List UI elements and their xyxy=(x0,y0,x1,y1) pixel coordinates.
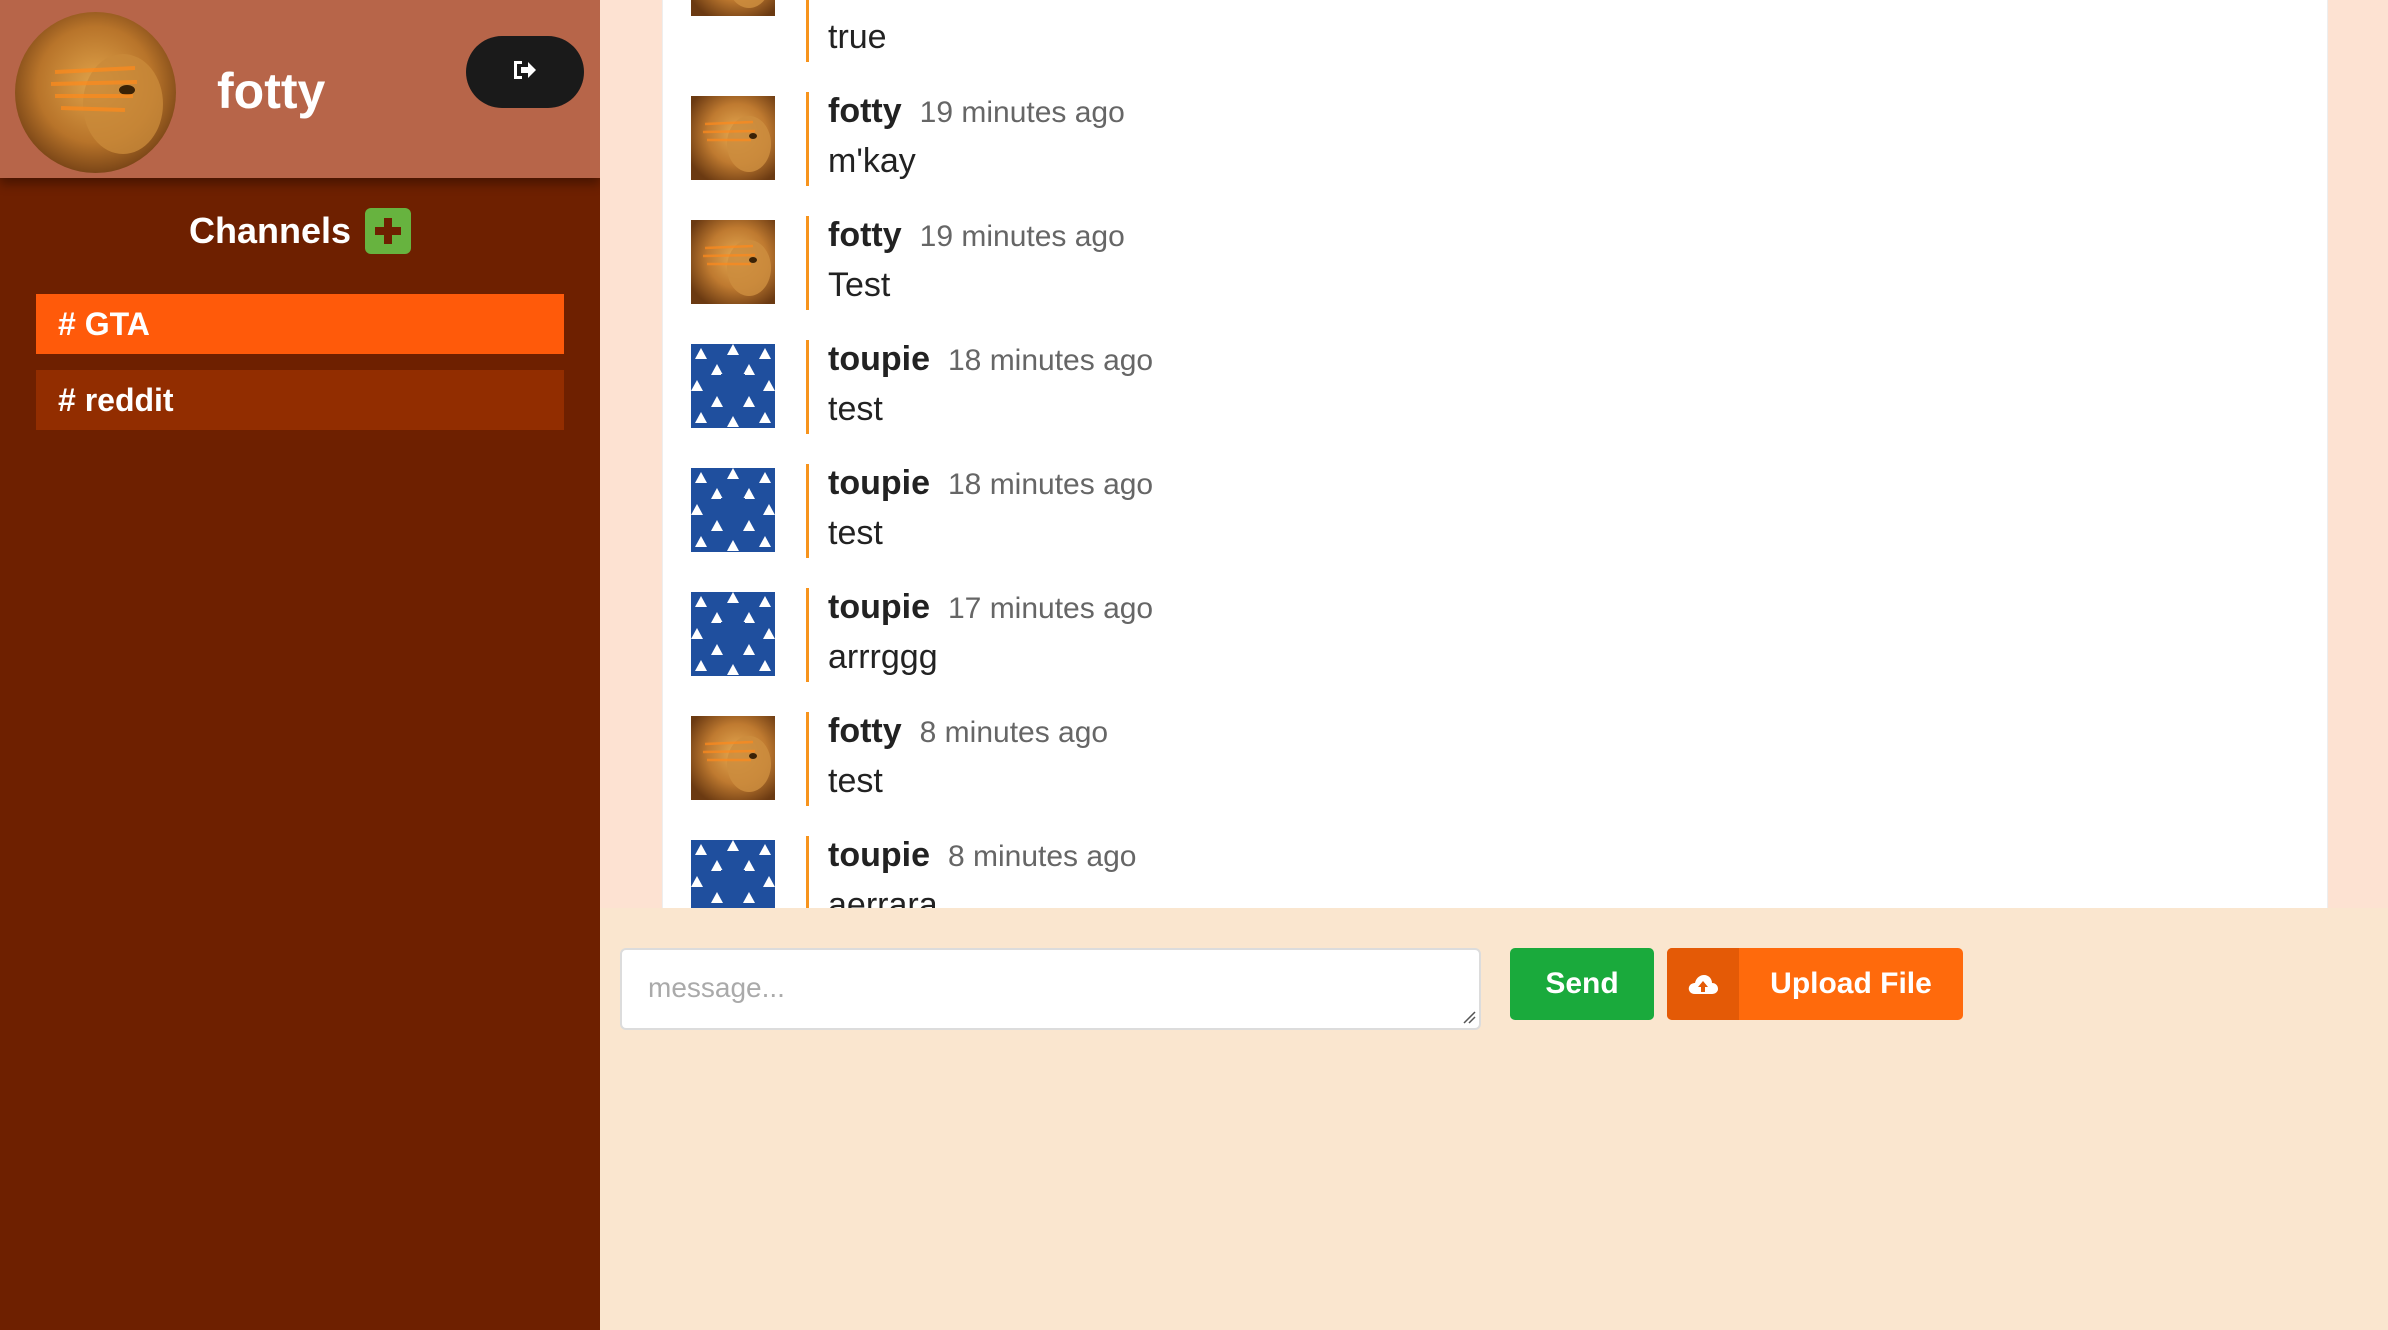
message-time: 8 minutes ago xyxy=(919,716,1109,749)
message-text: arrrggg xyxy=(828,638,938,676)
author-name: toupie xyxy=(828,588,930,626)
message-author: toupie 17 minutes ago xyxy=(828,588,1153,627)
channel-reddit[interactable]: # reddit xyxy=(36,370,564,430)
pattern-avatar xyxy=(691,468,775,552)
pattern-avatar xyxy=(691,840,775,908)
message-item: fotty 8 minutes ago test xyxy=(691,712,1891,816)
lion-avatar xyxy=(691,716,775,800)
message-time: 17 minutes ago xyxy=(947,592,1154,625)
upload-file-label: Upload File xyxy=(1770,967,1932,1000)
send-button[interactable]: Send xyxy=(1510,948,1654,1020)
pattern-avatar xyxy=(691,592,775,676)
message-time: 19 minutes ago xyxy=(919,220,1125,253)
message-input[interactable] xyxy=(620,948,1481,1030)
message-time: 19 minutes ago xyxy=(919,96,1125,129)
message-divider xyxy=(806,340,809,434)
logout-icon xyxy=(512,59,538,86)
author-name: fotty xyxy=(828,92,902,130)
username: fotty xyxy=(217,63,326,119)
user-avatar xyxy=(15,12,176,173)
lion-avatar xyxy=(691,0,775,16)
lion-avatar xyxy=(691,220,775,304)
message-author: toupie 18 minutes ago xyxy=(828,340,1153,379)
message-list[interactable]: true fotty 19 minutes ago m'kay fotty 19 minu… xyxy=(662,0,2328,908)
message-author: fotty 8 minutes ago xyxy=(828,712,1108,751)
composer: Send Upload File xyxy=(600,908,2388,1330)
message-item: toupie 8 minutes ago aerrara xyxy=(691,836,1891,908)
message-item: true xyxy=(691,0,1891,72)
message-text: test xyxy=(828,514,883,552)
author-name: toupie xyxy=(828,836,930,874)
add-channel-button[interactable] xyxy=(365,208,412,254)
message-text: Test xyxy=(828,266,891,304)
message-item: toupie 18 minutes ago test xyxy=(691,340,1891,444)
sidebar: fotty Channels # GTA # reddit xyxy=(0,0,600,1330)
author-name: toupie xyxy=(828,340,930,378)
channel-gta[interactable]: # GTA xyxy=(36,294,564,354)
pattern-avatar xyxy=(691,344,775,428)
author-name: fotty xyxy=(828,712,902,750)
message-divider xyxy=(806,216,809,310)
message-item: toupie 18 minutes ago test xyxy=(691,464,1891,568)
message-time: 18 minutes ago xyxy=(947,468,1154,501)
message-divider xyxy=(806,0,809,62)
message-time: 8 minutes ago xyxy=(947,840,1137,873)
message-divider xyxy=(806,588,809,682)
message-text: aerrara xyxy=(828,886,938,908)
profile-header: fotty xyxy=(0,0,600,178)
message-divider xyxy=(806,92,809,186)
message-time: 18 minutes ago xyxy=(947,344,1154,377)
channels-header: Channels xyxy=(0,208,600,254)
message-item: fotty 19 minutes ago m'kay xyxy=(691,92,1891,196)
author-name: toupie xyxy=(828,464,930,502)
message-author: toupie 8 minutes ago xyxy=(828,836,1136,875)
logout-button[interactable] xyxy=(466,36,584,108)
resize-grip-icon[interactable] xyxy=(1462,1010,1476,1024)
message-divider xyxy=(806,464,809,558)
message-text: true xyxy=(828,18,887,56)
message-text: test xyxy=(828,762,883,800)
message-item: fotty 19 minutes ago Test xyxy=(691,216,1891,320)
message-author: fotty 19 minutes ago xyxy=(828,216,1125,255)
message-text: test xyxy=(828,390,883,428)
channels-title: Channels xyxy=(188,210,352,251)
message-divider xyxy=(806,836,809,908)
cloud-upload-icon xyxy=(1667,948,1739,1020)
upload-file-button[interactable]: Upload File xyxy=(1667,948,1963,1020)
plus-icon xyxy=(375,218,402,244)
message-text: m'kay xyxy=(828,142,916,180)
message-author: toupie 18 minutes ago xyxy=(828,464,1153,503)
message-item: toupie 17 minutes ago arrrggg xyxy=(691,588,1891,692)
author-name: fotty xyxy=(828,216,902,254)
message-divider xyxy=(806,712,809,806)
lion-avatar xyxy=(691,96,775,180)
message-author: fotty 19 minutes ago xyxy=(828,92,1125,131)
